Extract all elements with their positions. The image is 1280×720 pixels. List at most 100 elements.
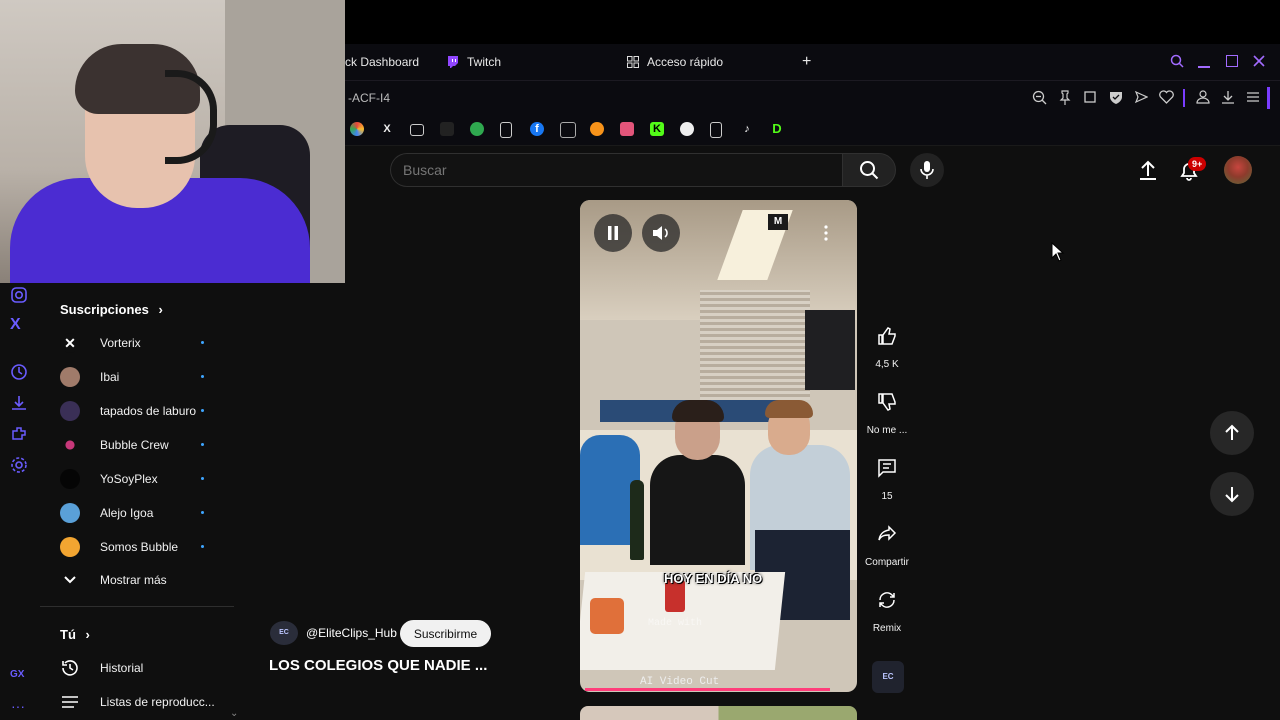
new-content-dot xyxy=(201,375,204,378)
subscription-name: YoSoyPlex xyxy=(100,472,158,486)
channel-avatar xyxy=(60,401,80,421)
volume-button[interactable] xyxy=(642,214,680,252)
bookmark-kick-icon[interactable]: K xyxy=(650,122,664,136)
new-content-dot xyxy=(201,511,204,514)
previous-video-button[interactable] xyxy=(1210,411,1254,455)
share-label: Compartir xyxy=(865,557,909,568)
history-label: Historial xyxy=(100,661,144,675)
bookmark-copilot-icon[interactable] xyxy=(350,122,364,136)
clock-icon[interactable] xyxy=(10,363,28,381)
heart-icon[interactable] xyxy=(1159,90,1174,104)
pin-icon[interactable] xyxy=(1058,90,1072,105)
pause-button[interactable] xyxy=(594,214,632,252)
bookmark-orange-icon[interactable] xyxy=(590,122,604,136)
bookmark-dark-icon[interactable] xyxy=(440,122,454,136)
chevron-down-icon xyxy=(64,576,76,584)
video-watermark-top: Made with xyxy=(648,618,703,629)
minimize-icon[interactable] xyxy=(1198,66,1210,68)
channel-avatar xyxy=(60,537,80,557)
bookmark-file-icon-2[interactable] xyxy=(710,122,722,138)
sidebar-item-yosoyplex[interactable]: YoSoyPlex xyxy=(60,466,230,492)
sidebar-item-tapados[interactable]: tapados de laburo xyxy=(60,398,230,424)
share-button[interactable]: Compartir xyxy=(865,513,909,568)
crop-icon[interactable] xyxy=(1083,90,1097,104)
zoom-out-icon[interactable] xyxy=(1032,90,1047,105)
bookmark-ball-icon[interactable] xyxy=(680,122,694,136)
sidebar-item-alejo-igoa[interactable]: Alejo Igoa xyxy=(60,500,230,526)
voice-search-button[interactable] xyxy=(910,153,944,187)
tab-dashboard[interactable]: ck Dashboard xyxy=(345,44,419,80)
shorts-video-player[interactable]: HOY EN DÍA NO Made with AI Video Cut M xyxy=(580,200,857,692)
comments-button[interactable]: 15 xyxy=(866,447,908,502)
search-input[interactable] xyxy=(391,154,835,186)
arrow-down-icon xyxy=(1225,487,1239,503)
like-button[interactable]: 4,5 K xyxy=(866,315,908,370)
gx-logo-icon[interactable]: GX xyxy=(10,669,24,680)
show-more-button[interactable]: Mostrar más xyxy=(60,567,230,593)
downloads-icon[interactable] xyxy=(10,394,28,412)
sidebar-item-playlists[interactable]: Listas de reproducc... xyxy=(60,689,230,715)
next-video-button[interactable] xyxy=(1210,472,1254,516)
sidebar-toggle-strip[interactable] xyxy=(1267,87,1270,109)
download-icon[interactable] xyxy=(1221,90,1235,104)
video-progress-bar[interactable] xyxy=(585,688,830,691)
close-icon[interactable] xyxy=(1253,55,1265,67)
user-avatar[interactable] xyxy=(1224,156,1252,184)
bookmark-cube-icon[interactable] xyxy=(560,122,576,138)
bookmark-facebook-icon[interactable]: f xyxy=(530,122,544,136)
sidebar-item-bubble-crew[interactable]: Bubble Crew xyxy=(60,432,230,458)
bookmark-green-icon[interactable] xyxy=(470,122,484,136)
vorterix-logo-icon: ✕ xyxy=(60,333,80,353)
share-icon xyxy=(878,525,897,541)
bookmark-pink-icon[interactable] xyxy=(620,122,634,136)
dislike-button[interactable]: No me ... xyxy=(866,381,908,436)
bookmark-image-icon[interactable] xyxy=(410,124,424,136)
new-tab-button[interactable]: + xyxy=(802,44,811,80)
subscribe-button[interactable]: Suscribirme xyxy=(400,620,491,647)
extensions-icon[interactable] xyxy=(10,425,28,443)
shield-icon[interactable] xyxy=(1109,90,1123,104)
subscriptions-header[interactable]: Suscripciones › xyxy=(60,302,163,317)
sound-thumbnail[interactable]: EC xyxy=(872,661,904,693)
chevron-right-icon: › xyxy=(85,627,90,642)
channel-watermark-logo-icon: M xyxy=(768,214,788,230)
account-icon[interactable] xyxy=(1196,90,1210,104)
search-icon[interactable] xyxy=(1170,54,1184,68)
sidebar-item-somos-bubble[interactable]: Somos Bubble xyxy=(60,534,230,560)
scroll-down-chevron-icon[interactable]: ⌄ xyxy=(230,708,238,719)
tab-quick-access[interactable]: Acceso rápido xyxy=(627,44,723,80)
bookmark-tiktok-icon[interactable]: ♪ xyxy=(740,122,754,136)
twitch-icon xyxy=(448,56,458,68)
tab-twitch[interactable]: Twitch xyxy=(447,44,501,80)
instagram-icon[interactable] xyxy=(10,286,28,304)
x-twitter-icon[interactable]: X xyxy=(10,316,21,334)
bookmark-file-icon[interactable] xyxy=(500,122,512,138)
menu-icon[interactable] xyxy=(1246,90,1260,104)
history-icon xyxy=(62,660,78,676)
sidebar-item-vorterix[interactable]: ✕ Vorterix xyxy=(60,330,230,356)
settings-gear-icon[interactable] xyxy=(10,456,28,474)
more-options-button[interactable] xyxy=(807,214,845,252)
more-dots-icon[interactable]: ··· xyxy=(11,698,25,714)
send-icon[interactable] xyxy=(1134,90,1148,104)
upload-icon[interactable] xyxy=(1138,159,1158,181)
subscription-name: Alejo Igoa xyxy=(100,506,154,520)
dislike-label: No me ... xyxy=(866,425,908,436)
search-box[interactable] xyxy=(390,153,843,187)
bookmark-d-icon[interactable]: D xyxy=(770,122,784,136)
search-button[interactable] xyxy=(842,153,896,187)
maximize-icon[interactable] xyxy=(1226,55,1238,67)
thumbs-down-icon xyxy=(878,393,896,411)
channel-handle[interactable]: @EliteClips_Hub xyxy=(306,626,397,640)
bookmark-x-icon[interactable]: X xyxy=(380,122,394,136)
video-phone xyxy=(590,598,624,634)
remix-button[interactable]: Remix xyxy=(866,579,908,634)
microphone-icon xyxy=(920,161,934,179)
next-video-preview[interactable] xyxy=(580,706,857,720)
sidebar-item-history[interactable]: Historial xyxy=(60,655,230,681)
like-count: 4,5 K xyxy=(875,359,899,370)
sidebar-item-ibai[interactable]: Ibai xyxy=(60,364,230,390)
you-section-header[interactable]: Tú › xyxy=(60,627,90,642)
channel-avatar[interactable]: EC xyxy=(270,621,298,645)
new-content-dot xyxy=(201,443,204,446)
